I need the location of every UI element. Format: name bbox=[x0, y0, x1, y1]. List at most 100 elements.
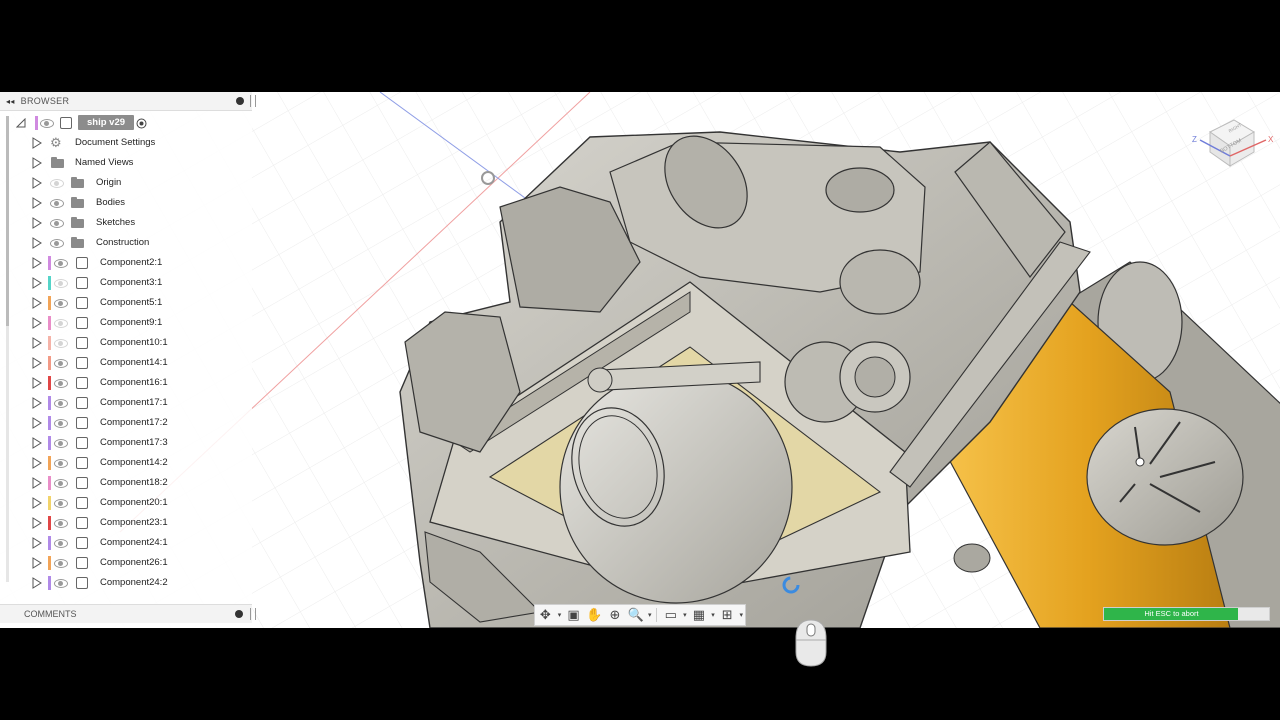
expand-triangle-icon[interactable] bbox=[32, 457, 42, 469]
collapse-triangle-icon[interactable] bbox=[16, 118, 26, 128]
tree-component-row[interactable]: Component16:1 bbox=[0, 373, 250, 393]
component-label: Component3:1 bbox=[100, 277, 163, 288]
expand-triangle-icon[interactable] bbox=[32, 257, 42, 269]
expand-triangle-icon[interactable] bbox=[32, 277, 42, 289]
tree-item-sketches[interactable]: Sketches bbox=[0, 213, 250, 233]
browser-options-icon[interactable] bbox=[236, 97, 244, 105]
eye-icon[interactable] bbox=[54, 539, 68, 548]
eye-icon[interactable] bbox=[54, 259, 68, 268]
eye-icon[interactable] bbox=[54, 379, 68, 388]
orbit-icon[interactable]: ✥ bbox=[535, 606, 556, 624]
expand-triangle-icon[interactable] bbox=[32, 477, 42, 489]
add-comment-icon[interactable] bbox=[235, 610, 243, 618]
eye-icon[interactable] bbox=[50, 199, 64, 208]
eye-icon[interactable] bbox=[54, 519, 68, 528]
expand-triangle-icon[interactable] bbox=[32, 237, 42, 249]
grid-caret-icon[interactable]: ▾ bbox=[709, 611, 717, 619]
comments-panel[interactable]: COMMENTS bbox=[0, 604, 256, 623]
eye-icon[interactable] bbox=[54, 459, 68, 468]
grid-icon[interactable]: ▦ bbox=[689, 606, 710, 624]
tree-component-row[interactable]: Component24:1 bbox=[0, 533, 250, 553]
expand-triangle-icon[interactable] bbox=[32, 337, 42, 349]
component-color-strip bbox=[48, 496, 51, 510]
eye-icon[interactable] bbox=[54, 559, 68, 568]
expand-triangle-icon[interactable] bbox=[32, 217, 42, 229]
tree-component-row[interactable]: Component2:1 bbox=[0, 253, 250, 273]
tree-component-row[interactable]: Component20:1 bbox=[0, 493, 250, 513]
expand-triangle-icon[interactable] bbox=[32, 497, 42, 509]
tree-root-row[interactable]: ship v29 bbox=[0, 113, 250, 133]
display-settings-icon[interactable]: ▭ bbox=[660, 606, 681, 624]
expand-triangle-icon[interactable] bbox=[32, 437, 42, 449]
root-component-label[interactable]: ship v29 bbox=[78, 115, 135, 130]
collapse-arrows-icon[interactable]: ◂◂ bbox=[6, 97, 15, 106]
expand-triangle-icon[interactable] bbox=[32, 297, 42, 309]
eye-icon[interactable] bbox=[50, 179, 64, 188]
tree-component-row[interactable]: Component10:1 bbox=[0, 333, 250, 353]
fit-caret-icon[interactable]: ▾ bbox=[646, 611, 654, 619]
tree-item-named-views[interactable]: Named Views bbox=[0, 153, 250, 173]
tree-component-row[interactable]: Component5:1 bbox=[0, 293, 250, 313]
expand-triangle-icon[interactable] bbox=[32, 177, 42, 189]
tree-component-row[interactable]: Component18:2 bbox=[0, 473, 250, 493]
tree-item-construction[interactable]: Construction bbox=[0, 233, 250, 253]
component-label: Component18:2 bbox=[100, 477, 168, 488]
expand-triangle-icon[interactable] bbox=[32, 577, 42, 589]
eye-icon[interactable] bbox=[50, 239, 64, 248]
tree-item-origin[interactable]: Origin bbox=[0, 173, 250, 193]
display-caret-icon[interactable]: ▾ bbox=[681, 611, 689, 619]
look-at-icon[interactable]: ▣ bbox=[563, 606, 584, 624]
tree-component-row[interactable]: Component23:1 bbox=[0, 513, 250, 533]
tree-item-document-settings[interactable]: ⚙ Document Settings bbox=[0, 133, 250, 153]
tree-item-bodies[interactable]: Bodies bbox=[0, 193, 250, 213]
eye-icon[interactable] bbox=[54, 339, 68, 348]
pan-icon[interactable]: ✋ bbox=[584, 606, 605, 624]
eye-icon[interactable] bbox=[40, 119, 54, 128]
fit-icon[interactable]: 🔍 bbox=[625, 606, 646, 624]
expand-triangle-icon[interactable] bbox=[32, 357, 42, 369]
dome-cap[interactable] bbox=[1086, 408, 1244, 546]
tree-component-row[interactable]: Component3:1 bbox=[0, 273, 250, 293]
eye-icon[interactable] bbox=[54, 299, 68, 308]
tree-component-row[interactable]: Component9:1 bbox=[0, 313, 250, 333]
expand-triangle-icon[interactable] bbox=[32, 557, 42, 569]
tree-component-row[interactable]: Component17:2 bbox=[0, 413, 250, 433]
expand-triangle-icon[interactable] bbox=[32, 537, 42, 549]
viewports-caret-icon[interactable]: ▾ bbox=[738, 611, 746, 619]
tree-component-row[interactable]: Component26:1 bbox=[0, 553, 250, 573]
eye-icon[interactable] bbox=[54, 399, 68, 408]
tree-component-row[interactable]: Component17:3 bbox=[0, 433, 250, 453]
zoom-icon[interactable]: ⊕ bbox=[605, 606, 626, 624]
eye-icon[interactable] bbox=[50, 219, 64, 228]
activate-radio-icon[interactable] bbox=[136, 118, 147, 129]
view-cube[interactable]: Z X BOTTOM RIGHT bbox=[1190, 100, 1276, 170]
viewports-icon[interactable]: ⊞ bbox=[717, 606, 738, 624]
expand-triangle-icon[interactable] bbox=[32, 517, 42, 529]
expand-triangle-icon[interactable] bbox=[32, 157, 42, 169]
eye-icon[interactable] bbox=[54, 279, 68, 288]
eye-icon[interactable] bbox=[54, 439, 68, 448]
sphere-part[interactable] bbox=[559, 370, 793, 604]
expand-triangle-icon[interactable] bbox=[32, 137, 42, 149]
panel-resize-handle[interactable] bbox=[250, 95, 256, 107]
orbit-caret-icon[interactable]: ▾ bbox=[556, 611, 564, 619]
expand-triangle-icon[interactable] bbox=[32, 417, 42, 429]
expand-triangle-icon[interactable] bbox=[32, 317, 42, 329]
expand-triangle-icon[interactable] bbox=[32, 197, 42, 209]
tree-component-row[interactable]: Component24:2 bbox=[0, 573, 250, 593]
eye-icon[interactable] bbox=[54, 419, 68, 428]
expand-triangle-icon[interactable] bbox=[32, 397, 42, 409]
eye-icon[interactable] bbox=[54, 359, 68, 368]
tree-item-label: Construction bbox=[96, 237, 150, 248]
tree-component-row[interactable]: Component17:1 bbox=[0, 393, 250, 413]
eye-icon[interactable] bbox=[54, 319, 68, 328]
comments-resize-handle[interactable] bbox=[250, 608, 256, 620]
eye-icon[interactable] bbox=[54, 499, 68, 508]
eye-icon[interactable] bbox=[54, 479, 68, 488]
eye-icon[interactable] bbox=[54, 579, 68, 588]
tree-component-row[interactable]: Component14:1 bbox=[0, 353, 250, 373]
browser-header[interactable]: ◂◂ BROWSER bbox=[0, 92, 256, 111]
tree-component-row[interactable]: Component14:2 bbox=[0, 453, 250, 473]
expand-triangle-icon[interactable] bbox=[32, 377, 42, 389]
component-icon bbox=[76, 357, 88, 369]
